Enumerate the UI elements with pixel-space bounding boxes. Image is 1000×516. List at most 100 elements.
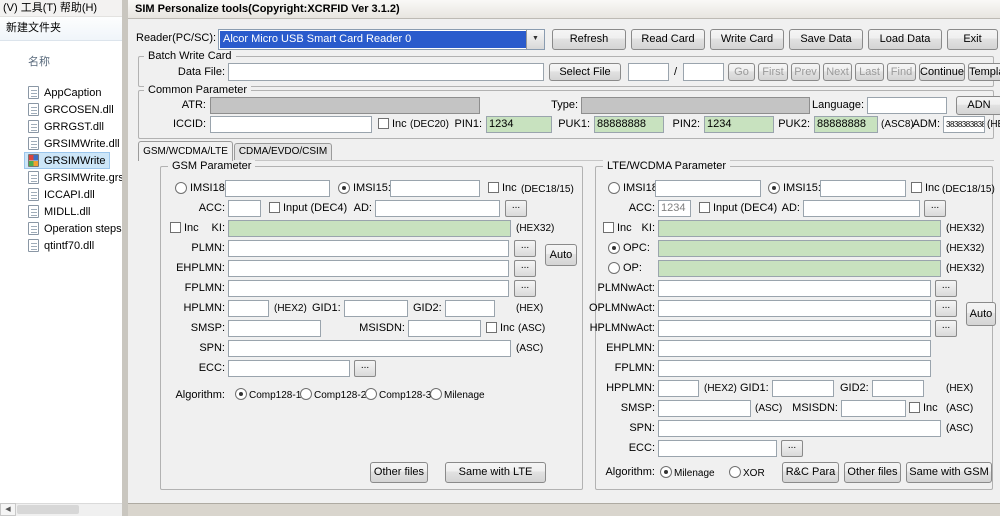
gsm-fplmn-input[interactable] [228, 280, 509, 297]
adn-button[interactable]: ADN [956, 96, 1000, 115]
go-button[interactable]: Go [728, 63, 755, 81]
gsm-ad-input[interactable] [375, 200, 500, 217]
gsm-ad-browse-button[interactable]: ... [505, 200, 527, 217]
gsm-imsi15-radio[interactable] [338, 182, 350, 194]
gsm-plmn-input[interactable] [228, 240, 509, 257]
record-total-input[interactable] [683, 63, 724, 81]
exit-button[interactable]: Exit [947, 29, 998, 50]
lte-msisdn-inc-checkbox[interactable] [909, 402, 920, 413]
lte-ki-inc-checkbox[interactable] [603, 222, 614, 233]
lte-imsi15-input[interactable] [820, 180, 906, 197]
template-button[interactable]: Template [968, 63, 1000, 81]
gsm-gid1-input[interactable] [344, 300, 408, 317]
lte-other-files-button[interactable]: Other files [844, 462, 901, 483]
list-item[interactable]: GRRGST.dll [24, 118, 108, 135]
lte-hplmnwact-input[interactable] [658, 320, 931, 337]
lte-opc-input[interactable] [658, 240, 941, 257]
gsm-ehplmn-input[interactable] [228, 260, 509, 277]
list-item[interactable]: GRSIMWrite.grsp [24, 169, 122, 186]
chevron-down-icon[interactable]: ▼ [526, 30, 544, 49]
lte-fplmn-input[interactable] [658, 360, 931, 377]
gsm-auto-button[interactable]: Auto [545, 244, 577, 266]
puk1-input[interactable]: 88888888 [594, 116, 664, 133]
load-data-button[interactable]: Load Data [868, 29, 942, 50]
lte-op-input[interactable] [658, 260, 941, 277]
write-card-button[interactable]: Write Card [710, 29, 784, 50]
lte-hpplmn-input[interactable] [658, 380, 699, 397]
gsm-hplmn-input[interactable] [228, 300, 269, 317]
gsm-algo-milenage-radio[interactable] [430, 388, 442, 400]
lte-same-with-gsm-button[interactable]: Same with GSM [906, 462, 992, 483]
lte-ad-input[interactable] [803, 200, 920, 217]
lte-algo-milenage-radio[interactable] [660, 466, 672, 478]
lte-imsi18-radio[interactable] [608, 182, 620, 194]
lte-ki-input[interactable] [658, 220, 941, 237]
lte-ecc-browse-button[interactable]: ... [781, 440, 803, 457]
gsm-smsp-input[interactable] [228, 320, 321, 337]
gsm-ki-inc-checkbox[interactable] [170, 222, 181, 233]
scrollbar-thumb[interactable] [17, 505, 79, 514]
list-item[interactable]: AppCaption [24, 84, 106, 101]
lte-op-radio[interactable] [608, 262, 620, 274]
gsm-msisdn-input[interactable] [408, 320, 481, 337]
pin2-input[interactable]: 1234 [704, 116, 774, 133]
gsm-ehplmn-browse-button[interactable]: ... [514, 260, 536, 277]
tab-gsm-wcdma-lte[interactable]: GSM/WCDMA/LTE [138, 141, 233, 161]
first-button[interactable]: First [758, 63, 788, 81]
column-header-name[interactable]: 名称 [28, 53, 50, 69]
lte-oplmnwact-browse-button[interactable]: ... [935, 300, 957, 317]
reader-select[interactable]: Alcor Micro USB Smart Card Reader 0 ▼ [218, 29, 545, 50]
gsm-imsi18-radio[interactable] [175, 182, 187, 194]
save-data-button[interactable]: Save Data [789, 29, 863, 50]
gsm-same-with-lte-button[interactable]: Same with LTE [445, 462, 546, 483]
gsm-gid2-input[interactable] [445, 300, 495, 317]
list-item[interactable]: GRCOSEN.dll [24, 101, 118, 118]
lte-plmnwact-input[interactable] [658, 280, 931, 297]
lte-algo-xor-radio[interactable] [729, 466, 741, 478]
gsm-ecc-browse-button[interactable]: ... [354, 360, 376, 377]
last-button[interactable]: Last [855, 63, 884, 81]
next-button[interactable]: Next [823, 63, 852, 81]
list-item[interactable]: qtintf70.dll [24, 237, 98, 254]
list-item[interactable]: Operation steps [24, 220, 122, 237]
lte-ecc-input[interactable] [658, 440, 777, 457]
gsm-acc-input[interactable] [228, 200, 261, 217]
gsm-acc-input-dec4-checkbox[interactable] [269, 202, 280, 213]
gsm-msisdn-inc-checkbox[interactable] [486, 322, 497, 333]
explorer-menubar[interactable]: (V) 工具(T) 帮助(H) [0, 0, 122, 17]
lte-oplmnwact-input[interactable] [658, 300, 931, 317]
lte-opc-radio[interactable] [608, 242, 620, 254]
list-item[interactable]: MIDLL.dll [24, 203, 94, 220]
list-item-selected[interactable]: GRSIMWrite [24, 152, 110, 169]
record-index-input[interactable] [628, 63, 669, 81]
gsm-fplmn-browse-button[interactable]: ... [514, 280, 536, 297]
list-item[interactable]: GRSIMWrite.dll [24, 135, 122, 152]
gsm-ecc-input[interactable] [228, 360, 350, 377]
iccid-inc-checkbox[interactable] [378, 118, 389, 129]
continue-button[interactable]: Continue [919, 63, 965, 81]
gsm-other-files-button[interactable]: Other files [370, 462, 428, 483]
lte-hplmnwact-browse-button[interactable]: ... [935, 320, 957, 337]
read-card-button[interactable]: Read Card [631, 29, 705, 50]
pin1-input[interactable]: 1234 [486, 116, 552, 133]
gsm-spn-input[interactable] [228, 340, 511, 357]
new-folder-button[interactable]: 新建文件夹 [0, 17, 122, 41]
lte-imsi-inc-checkbox[interactable] [911, 182, 922, 193]
lte-rc-para-button[interactable]: R&C Para [782, 462, 839, 483]
gsm-imsi-inc-checkbox[interactable] [488, 182, 499, 193]
prev-button[interactable]: Prev [791, 63, 820, 81]
lte-auto-button[interactable]: Auto [966, 302, 996, 326]
gsm-algo-comp128-3-radio[interactable] [365, 388, 377, 400]
lte-ehplmn-input[interactable] [658, 340, 931, 357]
lte-acc-input[interactable]: 1234 [658, 200, 691, 217]
gsm-algo-comp128-2-radio[interactable] [300, 388, 312, 400]
gsm-plmn-browse-button[interactable]: ... [514, 240, 536, 257]
iccid-input[interactable] [210, 116, 372, 133]
gsm-ki-input[interactable] [228, 220, 511, 237]
list-item[interactable]: ICCAPI.dll [24, 186, 99, 203]
lte-spn-input[interactable] [658, 420, 941, 437]
lte-smsp-input[interactable] [658, 400, 751, 417]
select-file-button[interactable]: Select File [549, 63, 621, 81]
lte-imsi15-radio[interactable] [768, 182, 780, 194]
data-file-input[interactable] [228, 63, 544, 81]
